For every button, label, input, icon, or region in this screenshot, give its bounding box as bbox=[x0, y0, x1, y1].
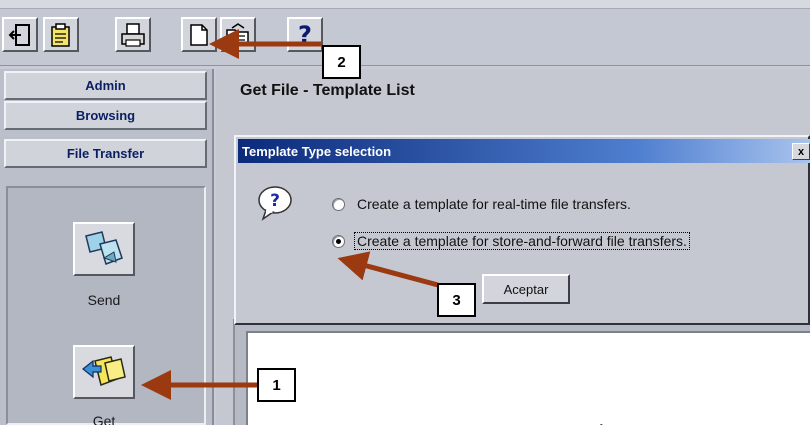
left-navigation: Admin Browsing File Transfer Send Get bbox=[0, 69, 214, 425]
callout-3: 3 bbox=[437, 283, 476, 317]
open-folder-icon bbox=[226, 22, 249, 45]
nav-tab-file-transfer[interactable]: File Transfer bbox=[4, 139, 207, 168]
toolbar-top-strip bbox=[0, 0, 810, 9]
svg-text:?: ? bbox=[298, 21, 312, 49]
notes-button[interactable] bbox=[43, 17, 79, 52]
exit-icon bbox=[8, 23, 30, 46]
option-real-time[interactable]: Create a template for real-time file tra… bbox=[332, 194, 633, 214]
close-icon: x bbox=[797, 145, 805, 158]
move-cursor-icon: ✥ bbox=[593, 420, 610, 425]
help-button[interactable]: ? bbox=[287, 17, 323, 52]
toolbar: ? bbox=[0, 0, 810, 66]
open-button[interactable] bbox=[220, 17, 256, 52]
dialog-title-bar: Template Type selection x bbox=[238, 139, 810, 163]
accept-button[interactable]: Aceptar bbox=[482, 274, 570, 304]
callout-2: 2 bbox=[322, 45, 361, 79]
notes-icon bbox=[51, 22, 70, 47]
help-icon: ? bbox=[298, 21, 312, 49]
radio-real-time[interactable] bbox=[332, 197, 345, 211]
question-icon: ? bbox=[258, 186, 292, 221]
get-icon bbox=[82, 356, 126, 386]
send-label: Send bbox=[87, 292, 121, 308]
send-button[interactable] bbox=[73, 222, 135, 276]
get-label: Get bbox=[92, 413, 116, 425]
exit-button[interactable] bbox=[2, 17, 38, 52]
nav-tab-admin[interactable]: Admin bbox=[4, 71, 207, 100]
template-list[interactable]: ✥ bbox=[246, 331, 810, 425]
nav-tab-browsing[interactable]: Browsing bbox=[4, 101, 207, 130]
get-button[interactable] bbox=[73, 345, 135, 399]
option-store-and-forward-label: Create a template for store-and-forward … bbox=[354, 232, 690, 250]
page-title: Get File - Template List bbox=[240, 82, 415, 99]
new-document-icon bbox=[190, 23, 208, 46]
send-icon bbox=[85, 231, 123, 265]
file-transfer-panel: Send Get bbox=[6, 186, 206, 425]
option-real-time-label: Create a template for real-time file tra… bbox=[357, 196, 631, 212]
svg-text:?: ? bbox=[270, 191, 280, 211]
printer-icon bbox=[121, 22, 145, 47]
template-type-dialog: Template Type selection x ? Create a tem… bbox=[234, 135, 810, 325]
dialog-title: Template Type selection bbox=[242, 143, 392, 159]
option-store-and-forward[interactable]: Create a template for store-and-forward … bbox=[332, 231, 690, 251]
print-button[interactable] bbox=[115, 17, 151, 52]
close-button[interactable]: x bbox=[792, 143, 810, 160]
callout-1: 1 bbox=[257, 368, 296, 402]
radio-store-and-forward[interactable] bbox=[332, 234, 345, 248]
new-template-button[interactable] bbox=[181, 17, 217, 52]
